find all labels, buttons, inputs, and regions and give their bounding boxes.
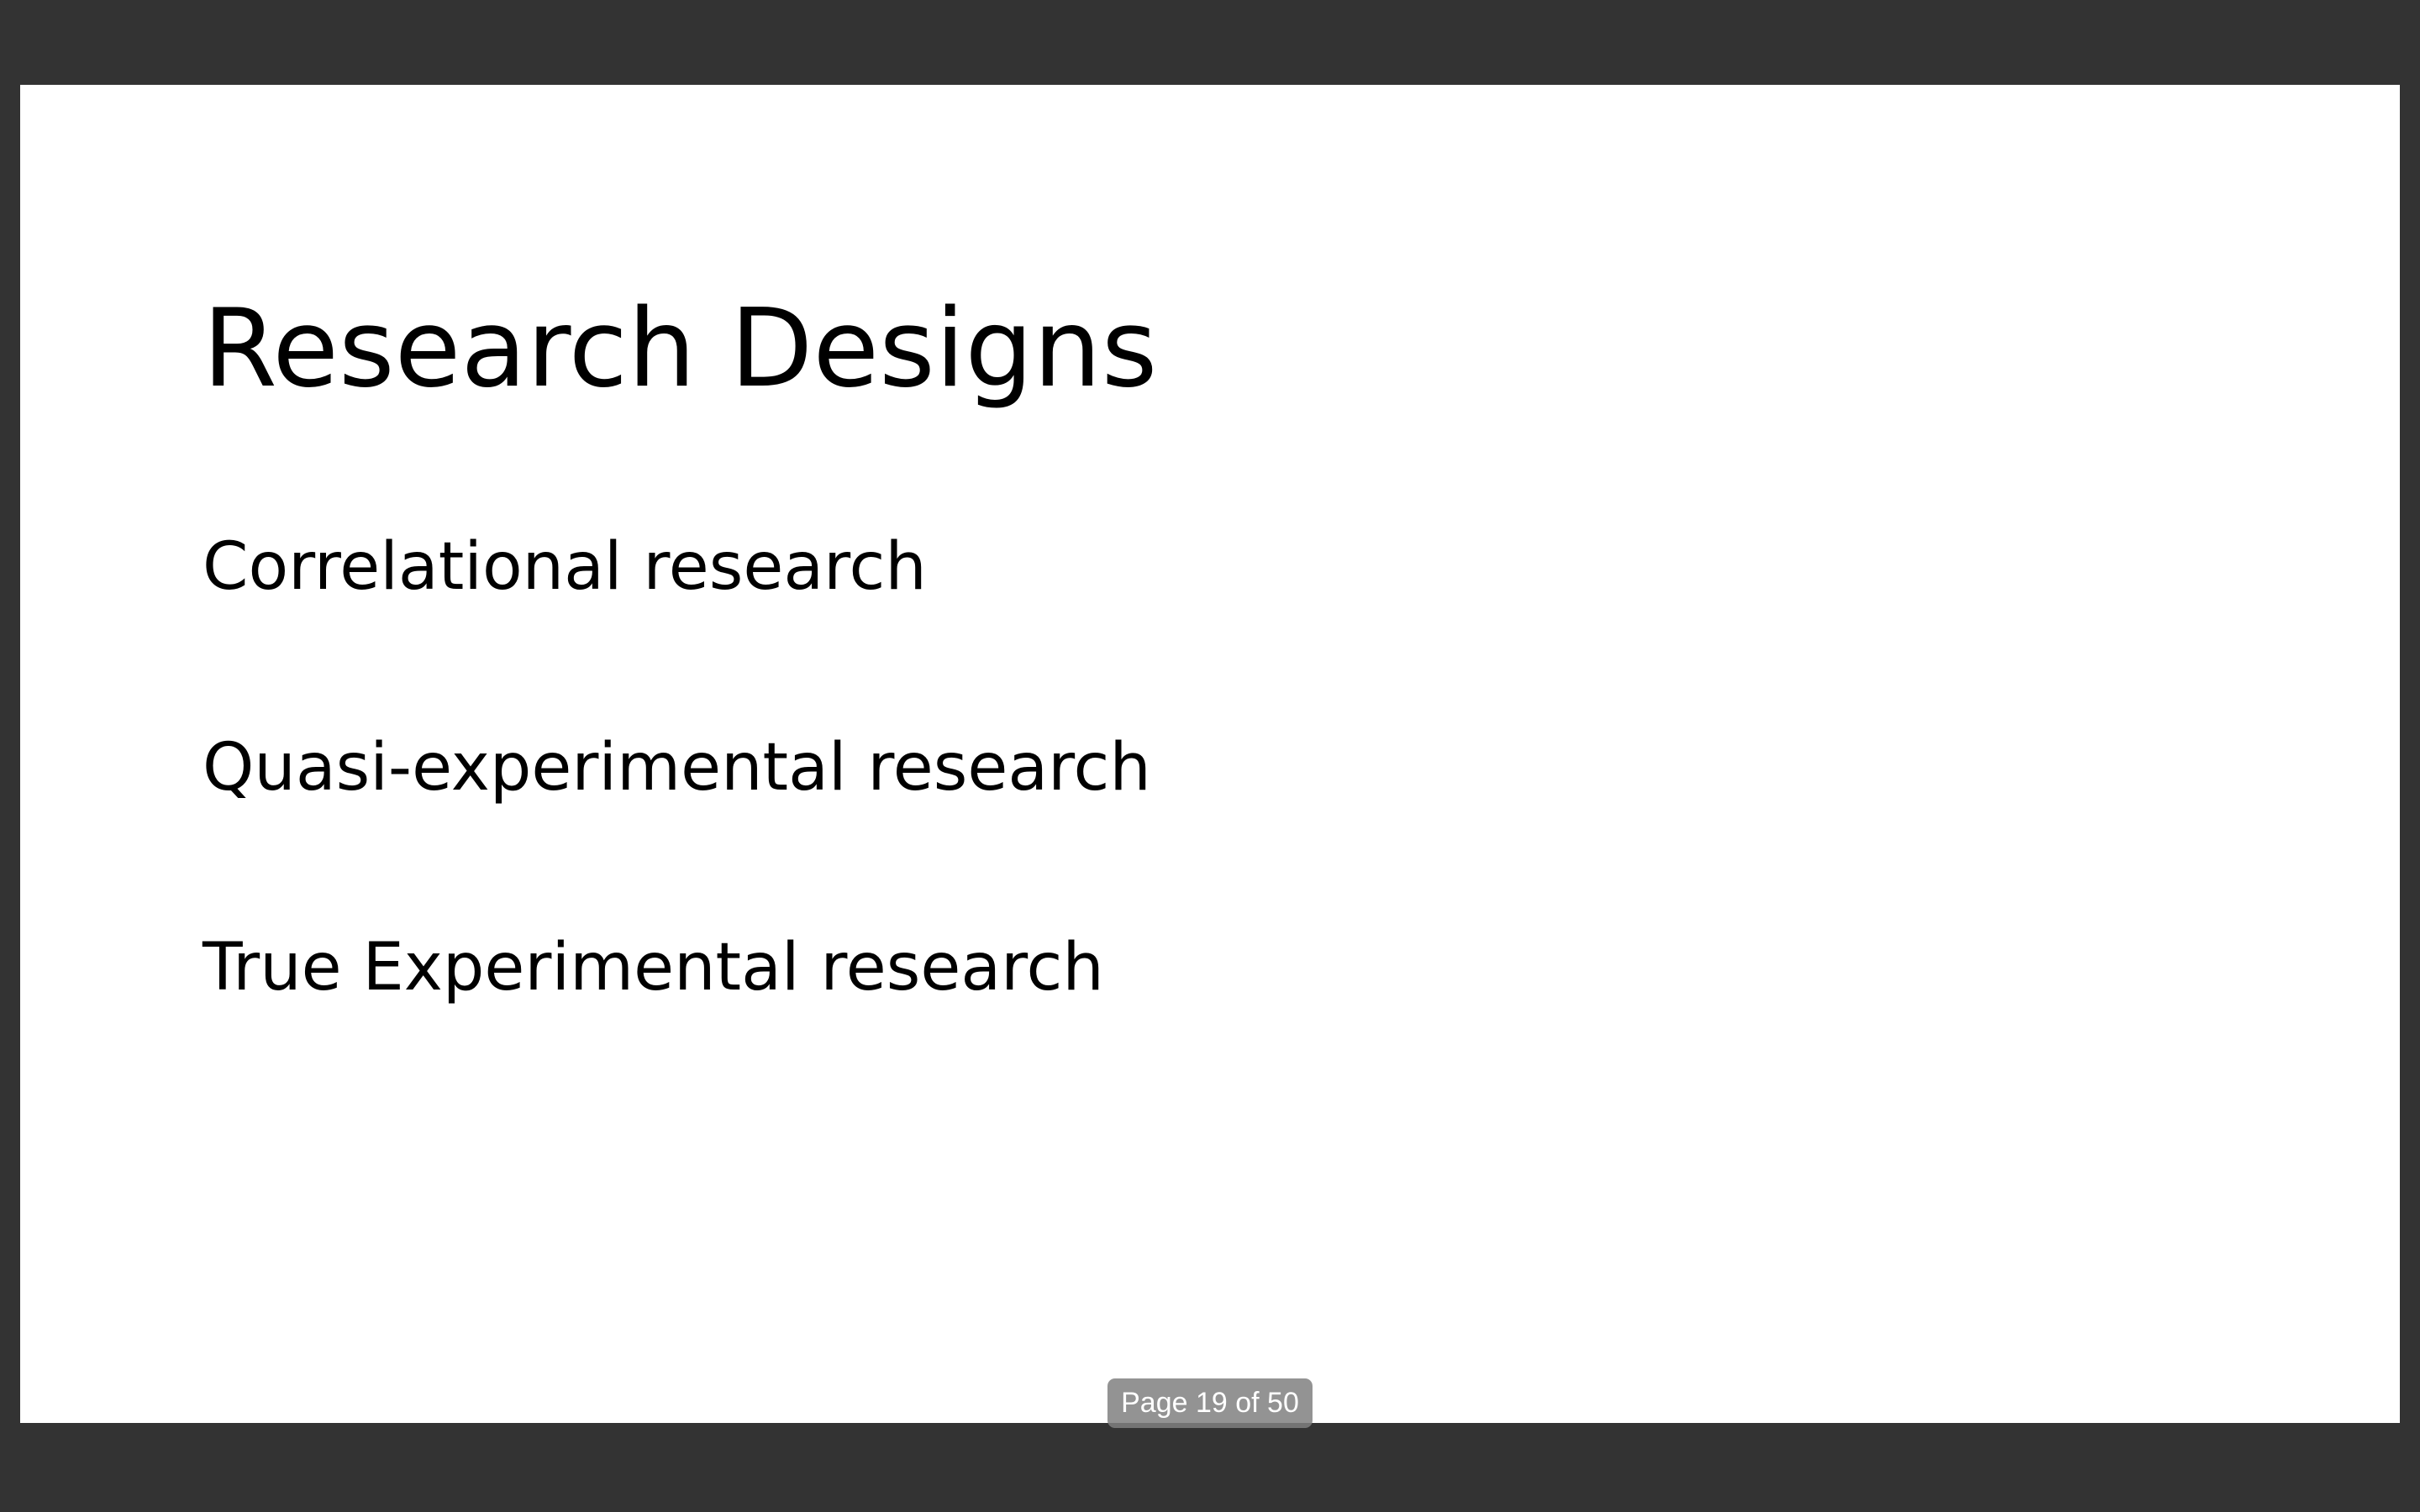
slide-item-correlational: Correlational research: [203, 529, 927, 605]
page-indicator: Page 19 of 50: [1107, 1378, 1313, 1428]
slide-title: Research Designs: [203, 286, 1158, 412]
slide-page: Research Designs Correlational research …: [20, 85, 2400, 1423]
slide-item-true-experimental: True Experimental research: [203, 930, 1104, 1005]
slide-item-quasi-experimental: Quasi-experimental research: [203, 730, 1151, 806]
presentation-viewer: Research Designs Correlational research …: [0, 0, 2420, 1512]
